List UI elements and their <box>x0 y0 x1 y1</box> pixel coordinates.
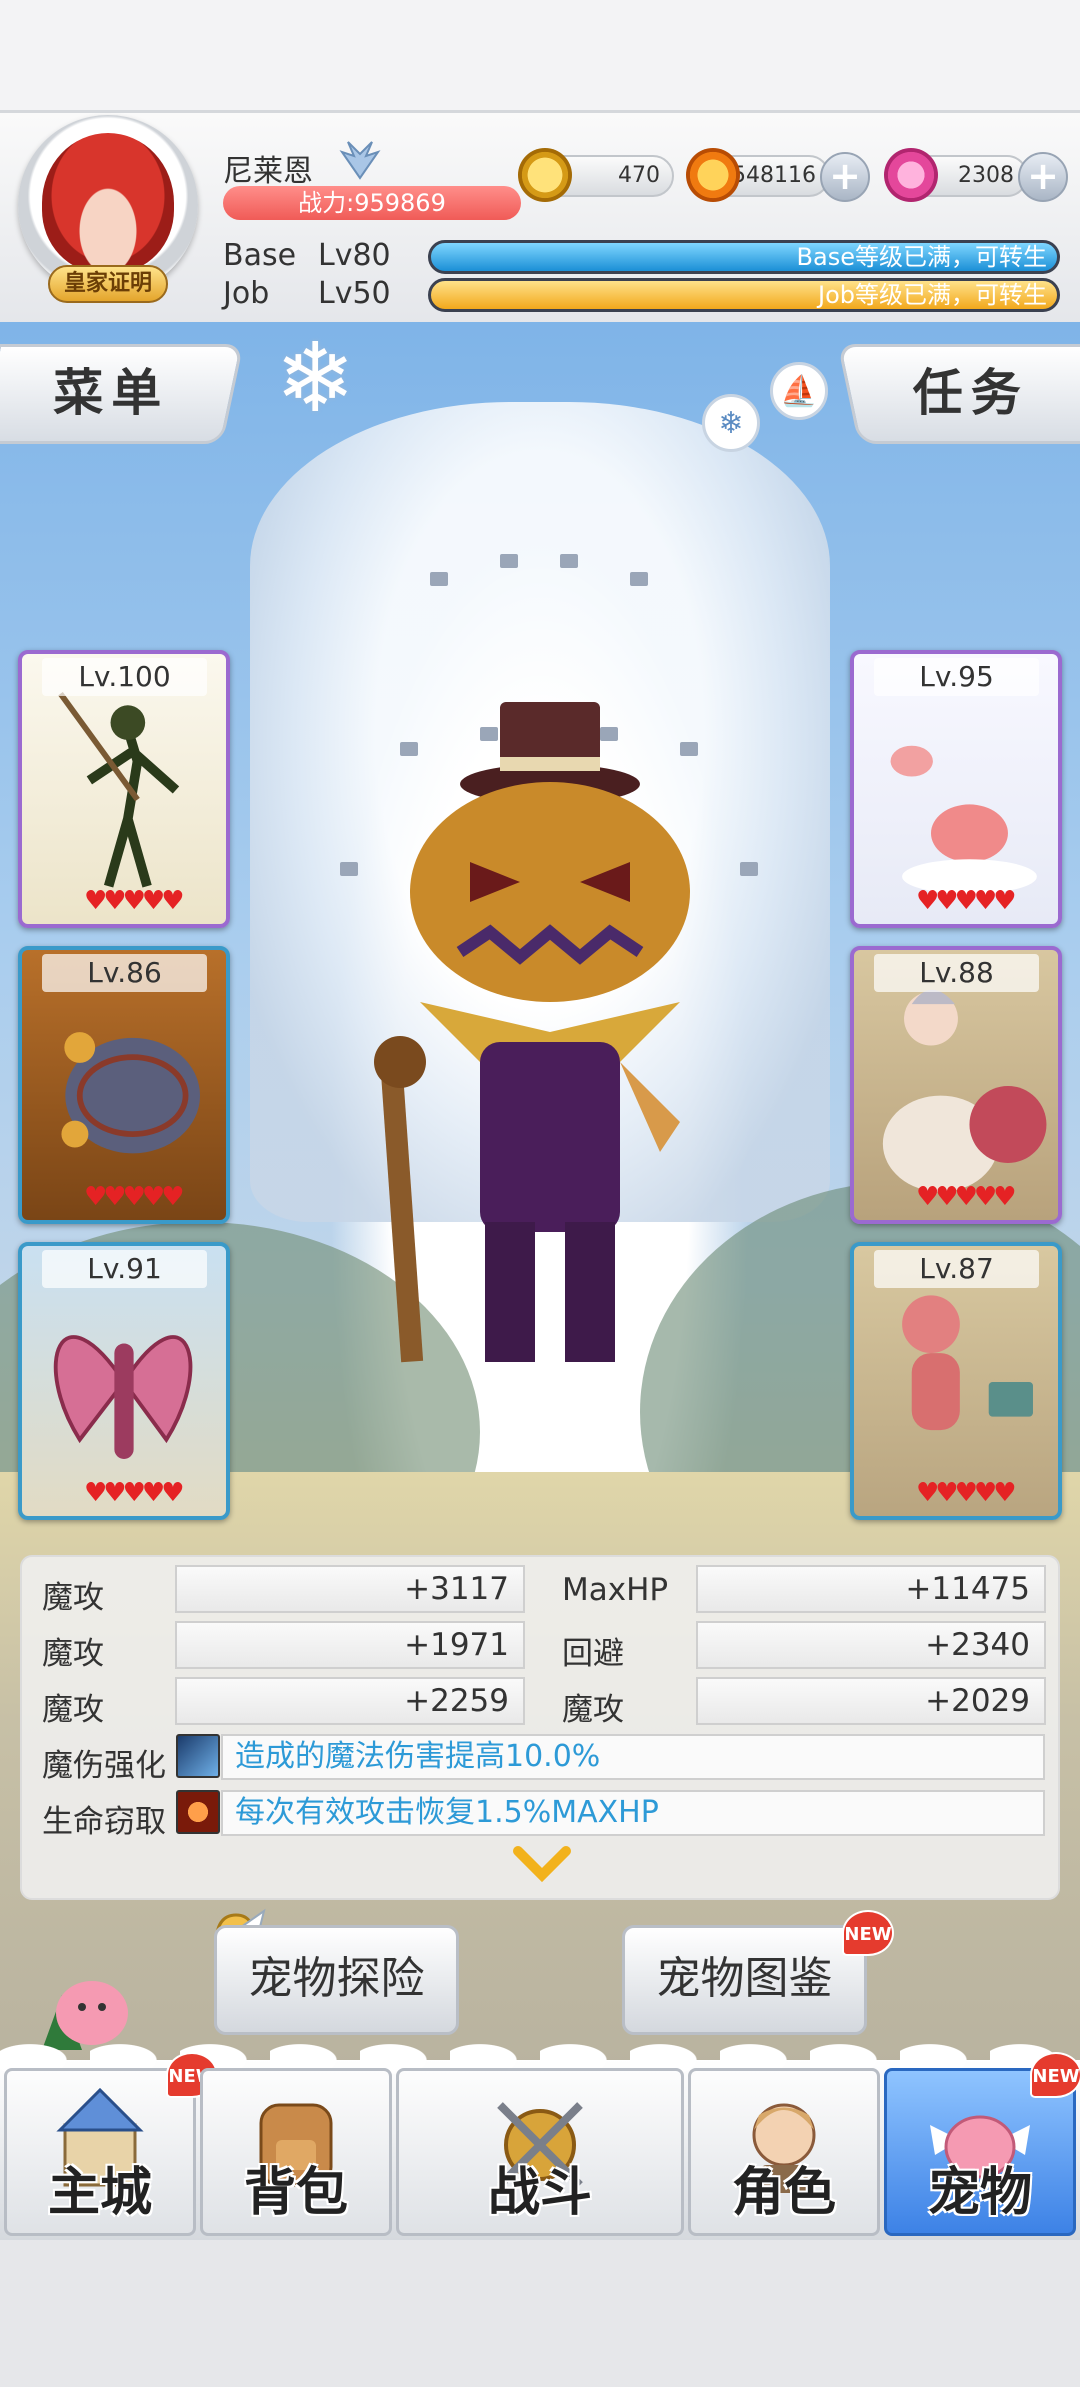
nav-battle[interactable]: 战斗 <box>396 2068 684 2236</box>
pumpkin-pet-figure <box>374 702 690 1363</box>
tower-window <box>630 572 648 586</box>
base-label: Base <box>223 238 297 273</box>
stat-value: +3117 <box>175 1565 525 1613</box>
combat-power: 战力:959869 <box>223 186 521 220</box>
new-badge: NEW <box>842 1910 894 1956</box>
pet-level: Lv.91 <box>42 1250 207 1288</box>
menu-label: 菜单 <box>52 364 169 422</box>
stat-value: +2340 <box>696 1621 1046 1669</box>
stat-label: MaxHP <box>562 1572 669 1608</box>
status-bar <box>0 0 1080 110</box>
tower-window <box>340 862 358 876</box>
pet-card-right-2[interactable]: Lv.88 ♥♥♥♥♥ <box>850 946 1062 1224</box>
stat-value: +1971 <box>175 1621 525 1669</box>
skill-description: 每次有效攻击恢复1.5%MAXHP <box>221 1790 1045 1836</box>
skill-description: 造成的魔法伤害提高10.0% <box>221 1734 1045 1780</box>
pet-hearts: ♥♥♥♥♥ <box>84 1182 185 1212</box>
stat-label: 魔攻 <box>42 1580 104 1616</box>
tower-window <box>740 862 758 876</box>
life-steal-skill-icon[interactable] <box>176 1790 220 1834</box>
new-badge: NEW <box>1030 2052 1080 2098</box>
gem-icon <box>884 148 938 202</box>
base-level: Lv80 <box>318 238 391 273</box>
add-gem-button[interactable]: + <box>1018 152 1068 202</box>
stat-value: +2259 <box>175 1677 525 1725</box>
zeny-coin-icon <box>518 148 572 202</box>
pet-card-left-3[interactable]: Lv.91 ♥♥♥♥♥ <box>18 1242 230 1520</box>
base-exp-bar: Base等级已满，可转生 <box>428 240 1060 274</box>
pet-hearts: ♥♥♥♥♥ <box>916 1478 1017 1508</box>
job-exp-bar: Job等级已满，可转生 <box>428 278 1060 312</box>
pet-level: Lv.100 <box>42 658 207 696</box>
player-name: 尼莱恩 <box>223 154 313 189</box>
nav-label: 角色 <box>731 2163 836 2223</box>
wings-icon <box>339 141 381 180</box>
snowflake-icon: ❄ <box>275 322 356 434</box>
pet-hearts: ♥♥♥♥♥ <box>84 886 185 916</box>
skill-label: 生命窃取 <box>42 1804 166 1840</box>
tower-window <box>430 572 448 586</box>
quest-button[interactable]: 任务 <box>837 344 1080 444</box>
tower-window <box>560 554 578 568</box>
ornament-icon: ⛵ <box>770 362 828 420</box>
pet-level: Lv.87 <box>874 1250 1039 1288</box>
pet-hearts: ♥♥♥♥♥ <box>84 1478 185 1508</box>
pet-hearts: ♥♥♥♥♥ <box>916 886 1017 916</box>
stat-label: 回避 <box>562 1636 624 1672</box>
pet-card-right-1[interactable]: Lv.95 ♥♥♥♥♥ <box>850 650 1062 928</box>
nav-label: 主城 <box>47 2163 152 2223</box>
pet-codex-button[interactable]: 宠物图鉴 <box>622 1925 867 2035</box>
ornament-icon: ❄ <box>702 394 760 452</box>
pet-hearts: ♥♥♥♥♥ <box>916 1182 1017 1212</box>
pet-level: Lv.88 <box>874 954 1039 992</box>
nav-character[interactable]: 角色 <box>688 2068 880 2236</box>
job-level: Lv50 <box>318 276 391 311</box>
pet-card-right-3[interactable]: Lv.87 ♥♥♥♥♥ <box>850 1242 1062 1520</box>
skill-label: 魔伤强化 <box>42 1748 166 1784</box>
avatar[interactable]: 皇家证明 <box>18 115 198 303</box>
stat-label: 魔攻 <box>42 1636 104 1672</box>
avatar-portrait <box>42 133 174 273</box>
pet-level: Lv.95 <box>874 658 1039 696</box>
nav-label: 战斗 <box>487 2163 592 2223</box>
magic-damage-skill-icon[interactable] <box>176 1734 220 1778</box>
system-nav-area <box>0 2240 1080 2387</box>
expand-chevron-icon[interactable] <box>512 1845 572 1885</box>
stat-label: 魔攻 <box>42 1692 104 1728</box>
nav-label: 背包 <box>243 2163 348 2223</box>
stat-value: +11475 <box>696 1565 1046 1613</box>
stat-label: 魔攻 <box>562 1692 624 1728</box>
tower-window <box>500 554 518 568</box>
pet-card-left-1[interactable]: Lv.100 ♥♥♥♥♥ <box>18 650 230 928</box>
gold-pouch-icon <box>686 148 740 202</box>
pet-level: Lv.86 <box>42 954 207 992</box>
nav-backpack[interactable]: 背包 <box>200 2068 392 2236</box>
pet-card-left-2[interactable]: Lv.86 ♥♥♥♥♥ <box>18 946 230 1224</box>
royal-badge: 皇家证明 <box>48 265 168 303</box>
menu-button[interactable]: 菜单 <box>0 344 244 444</box>
quest-label: 任务 <box>912 364 1029 422</box>
add-gold-button[interactable]: + <box>820 152 870 202</box>
pet-explore-button[interactable]: 宠物探险 <box>214 1925 459 2035</box>
job-label: Job <box>223 276 270 311</box>
nav-label: 宠物 <box>927 2163 1032 2223</box>
stat-value: +2029 <box>696 1677 1046 1725</box>
